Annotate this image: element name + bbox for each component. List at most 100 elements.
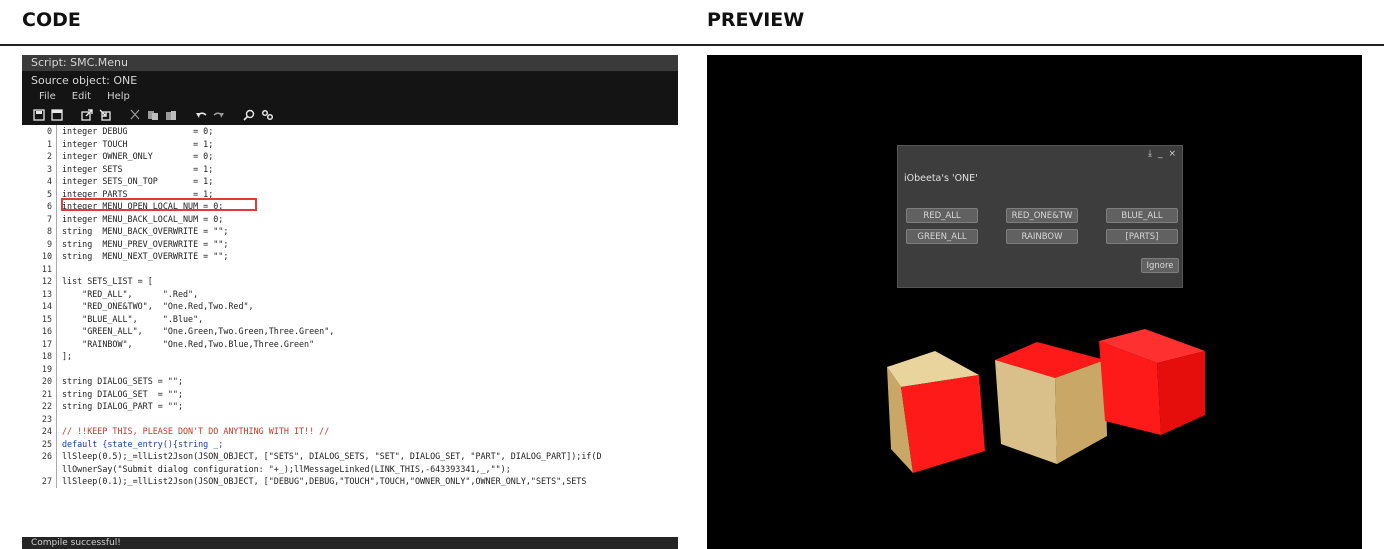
copy-icon[interactable] bbox=[146, 108, 160, 122]
line-number: 7 bbox=[22, 212, 57, 225]
code-line[interactable]: 21 string DIALOG_SET = ""; bbox=[22, 387, 678, 400]
code-text: "BLUE_ALL", ".Blue", bbox=[62, 313, 204, 324]
cut-icon[interactable] bbox=[128, 108, 142, 122]
code-text: llSleep(0.1);_=llList2Json(JSON_OBJECT, … bbox=[62, 476, 587, 486]
dialog-button-green-all[interactable]: GREEN_ALL bbox=[906, 229, 978, 244]
code-line[interactable]: 27 llSleep(0.1);_=llList2Json(JSON_OBJECT… bbox=[22, 475, 678, 488]
dialog-title: iObeeta's 'ONE' bbox=[904, 173, 978, 184]
code-text: llSleep(0.5);_=llList2Json(JSON_OBJECT, … bbox=[62, 451, 602, 461]
menu-file[interactable]: File bbox=[39, 89, 56, 105]
code-line[interactable]: 4 integer SETS_ON_TOP = 1; bbox=[22, 175, 678, 188]
code-heading: CODE bbox=[22, 9, 81, 31]
undo-icon[interactable] bbox=[194, 108, 208, 122]
code-line[interactable]: 12 list SETS_LIST = [ bbox=[22, 275, 678, 288]
code-line[interactable]: 7 integer MENU_BACK_LOCAL_NUM = 0; bbox=[22, 212, 678, 225]
download-icon[interactable]: ⤓ bbox=[1148, 149, 1152, 159]
code-text: "GREEN_ALL", "One.Green,Two.Green,Three.… bbox=[62, 326, 335, 336]
line-number: 6 bbox=[22, 200, 57, 213]
line-number: 26 bbox=[22, 450, 57, 463]
save-icon[interactable] bbox=[32, 108, 46, 122]
line-number: 4 bbox=[22, 175, 57, 188]
dialog-button-rainbow[interactable]: RAINBOW bbox=[1006, 229, 1078, 244]
line-number: 20 bbox=[22, 375, 57, 388]
export-icon[interactable] bbox=[80, 108, 94, 122]
line-number bbox=[22, 462, 57, 475]
code-text: "RED_ALL", ".Red", bbox=[62, 288, 199, 299]
code-line[interactable]: 25 default {state_entry(){string _; bbox=[22, 437, 678, 450]
code-text: string MENU_BACK_OVERWRITE = ""; bbox=[62, 226, 229, 236]
code-line[interactable]: 18]; bbox=[22, 350, 678, 363]
paste-icon[interactable] bbox=[164, 108, 178, 122]
code-text: integer MENU_BACK_LOCAL_NUM = 0; bbox=[62, 213, 224, 224]
code-line[interactable]: 23 bbox=[22, 412, 678, 426]
line-number: 3 bbox=[22, 162, 57, 175]
ignore-button[interactable]: Ignore bbox=[1141, 258, 1179, 273]
code-line[interactable]: 3 integer SETS = 1; bbox=[22, 162, 678, 175]
search-icon[interactable] bbox=[242, 108, 256, 122]
line-number: 27 bbox=[22, 475, 57, 488]
code-text: list SETS_LIST = [ bbox=[62, 276, 153, 286]
line-number: 21 bbox=[22, 387, 57, 400]
script-editor-window: Script: SMC.Menu Source object: ONE File… bbox=[22, 55, 678, 549]
code-text: integer TOUCH = 1; bbox=[62, 138, 214, 149]
code-line[interactable]: 22 string DIALOG_PART = ""; bbox=[22, 400, 678, 413]
line-number: 11 bbox=[22, 262, 57, 275]
source-object-label: Source object: ONE bbox=[22, 72, 678, 89]
line-number: 23 bbox=[22, 412, 57, 425]
dialog-button-red-one-two[interactable]: RED_ONE&TW bbox=[1006, 208, 1078, 223]
menu-help[interactable]: Help bbox=[107, 89, 130, 105]
code-line[interactable]: llOwnerSay("Submit dialog configuration:… bbox=[22, 462, 678, 475]
code-line[interactable]: 24 // !!KEEP THIS, PLEASE DON'T DO ANYTHI… bbox=[22, 425, 678, 438]
cube-three[interactable] bbox=[1097, 327, 1209, 439]
line-number: 22 bbox=[22, 400, 57, 413]
dialog-controls: ⤓ _ × bbox=[1148, 149, 1176, 159]
dialog-button-parts[interactable]: [PARTS] bbox=[1106, 229, 1178, 244]
code-text: integer DEBUG = 0; bbox=[62, 126, 214, 136]
script-dialog: ⤓ _ × iObeeta's 'ONE' RED_ALL RED_ONE&TW… bbox=[897, 145, 1183, 288]
code-text: "RAINBOW", "One.Red,Two.Blue,Three.Green… bbox=[62, 338, 315, 349]
dialog-button-blue-all[interactable]: BLUE_ALL bbox=[1106, 208, 1178, 223]
redo-icon[interactable] bbox=[212, 108, 226, 122]
close-icon[interactable]: × bbox=[1168, 149, 1176, 159]
line-number: 9 bbox=[22, 237, 57, 250]
code-text: default {state_entry(){string _; bbox=[62, 438, 224, 449]
code-line[interactable]: 0 integer DEBUG = 0; bbox=[22, 125, 678, 138]
code-text: ]; bbox=[62, 351, 73, 361]
code-line[interactable]: 11 bbox=[22, 262, 678, 275]
code-line[interactable]: 10 string MENU_NEXT_OVERWRITE = ""; bbox=[22, 250, 678, 263]
cube-two[interactable] bbox=[993, 340, 1111, 468]
highlight-box bbox=[61, 198, 257, 211]
line-number: 5 bbox=[22, 187, 57, 200]
code-line[interactable]: 1 integer TOUCH = 1; bbox=[22, 137, 678, 150]
code-line[interactable]: 13 "RED_ALL", ".Red", bbox=[22, 287, 678, 300]
line-number: 14 bbox=[22, 300, 57, 313]
minimize-icon[interactable]: _ bbox=[1158, 149, 1163, 159]
code-line[interactable]: 2 integer OWNER_ONLY = 0; bbox=[22, 150, 678, 163]
code-line[interactable]: 8 string MENU_BACK_OVERWRITE = ""; bbox=[22, 225, 678, 238]
settings-icon[interactable] bbox=[260, 108, 274, 122]
code-line[interactable]: 16 "GREEN_ALL", "One.Green,Two.Green,Thr… bbox=[22, 325, 678, 338]
line-number: 18 bbox=[22, 350, 57, 363]
code-line[interactable]: 19 bbox=[22, 362, 678, 375]
code-line[interactable]: 20 string DIALOG_SETS = ""; bbox=[22, 375, 678, 388]
line-number: 8 bbox=[22, 225, 57, 238]
line-number: 10 bbox=[22, 250, 57, 263]
code-line[interactable]: 26 llSleep(0.5);_=llList2Json(JSON_OBJECT… bbox=[22, 450, 678, 463]
window-title: Script: SMC.Menu bbox=[22, 55, 678, 72]
import-icon[interactable] bbox=[98, 108, 112, 122]
menu-edit[interactable]: Edit bbox=[72, 89, 91, 105]
save-all-icon[interactable] bbox=[50, 108, 64, 122]
code-text: string MENU_PREV_OVERWRITE = ""; bbox=[62, 238, 229, 249]
line-number: 2 bbox=[22, 150, 57, 163]
toolbar bbox=[22, 105, 678, 125]
dialog-button-red-all[interactable]: RED_ALL bbox=[906, 208, 978, 223]
line-number: 1 bbox=[22, 137, 57, 150]
code-text: integer SETS = 1; bbox=[62, 163, 214, 174]
code-line[interactable]: 14 "RED_ONE&TWO", "One.Red,Two.Red", bbox=[22, 300, 678, 313]
code-line[interactable]: 9 string MENU_PREV_OVERWRITE = ""; bbox=[22, 237, 678, 250]
code-area[interactable]: 0 integer DEBUG = 0; 1 integer TOUCH = 1; 2 i… bbox=[22, 125, 678, 537]
cube-one[interactable] bbox=[883, 345, 995, 477]
code-line[interactable]: 15 "BLUE_ALL", ".Blue", bbox=[22, 312, 678, 325]
code-line[interactable]: 17 "RAINBOW", "One.Red,Two.Blue,Three.Gr… bbox=[22, 337, 678, 350]
